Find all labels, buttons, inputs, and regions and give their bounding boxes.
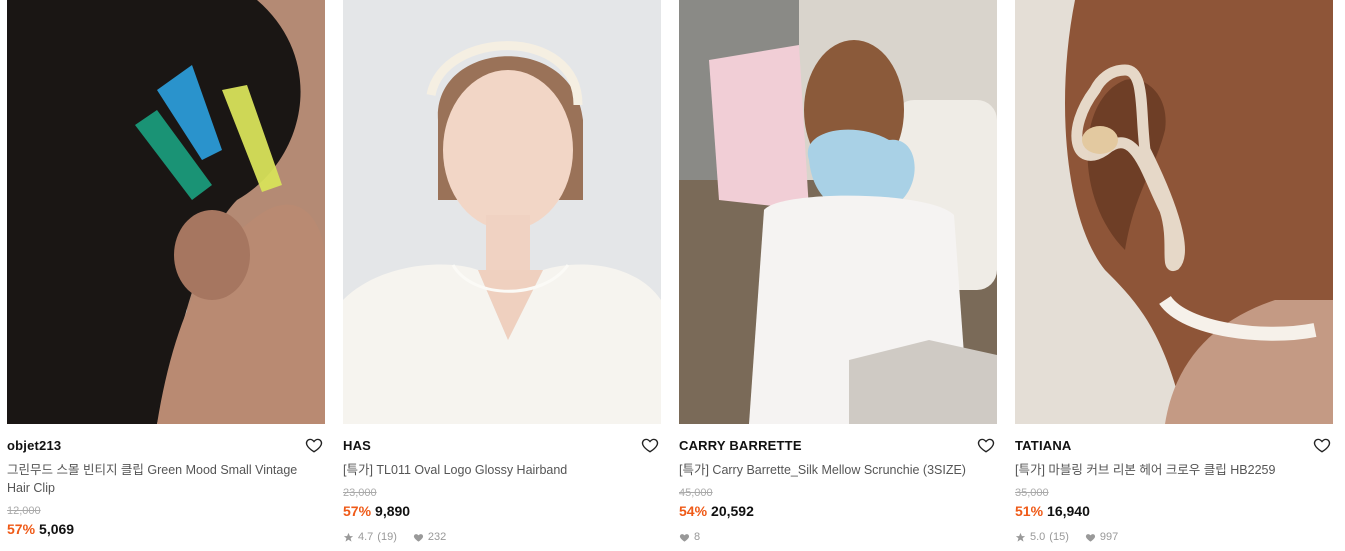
product-title[interactable]: [특가] Carry Barrette_Silk Mellow Scrunchi… (679, 461, 979, 479)
review-count: (15) (1049, 531, 1069, 543)
brand-name[interactable]: objet213 (7, 438, 61, 453)
star-icon (343, 532, 354, 542)
product-image[interactable] (679, 0, 997, 424)
product-stats: 8 (679, 531, 700, 543)
product-photo-hairband (343, 0, 661, 424)
discount-rate: 54% (679, 503, 708, 519)
brand-name[interactable]: CARRY BARRETTE (679, 438, 802, 453)
rating-value: 5.0 (1030, 531, 1046, 543)
like-count: 997 (1099, 531, 1119, 543)
product-card[interactable]: TATIANA [특가] 마블링 커브 리본 헤어 크로우 클립 HB2259 … (1015, 0, 1333, 551)
price-row: 57% 9,890 (343, 503, 410, 519)
original-price: 35,000 (1015, 487, 1049, 499)
sale-price: 9,890 (375, 503, 411, 519)
discount-rate: 51% (1015, 503, 1044, 519)
brand-name[interactable]: TATIANA (1015, 438, 1072, 453)
product-photo-hair-clips (7, 0, 325, 424)
star-icon (1015, 532, 1026, 542)
like-count: 232 (427, 531, 447, 543)
product-grid: objet213 그린무드 스몰 빈티지 클립 Green Mood Small… (0, 0, 1345, 551)
heart-filled-icon (413, 533, 423, 542)
product-card[interactable]: objet213 그린무드 스몰 빈티지 클립 Green Mood Small… (7, 0, 325, 551)
discount-rate: 57% (343, 503, 372, 519)
review-count: (19) (377, 531, 397, 543)
price-row: 54% 20,592 (679, 503, 754, 519)
product-card[interactable]: CARRY BARRETTE [특가] Carry Barrette_Silk … (679, 0, 997, 551)
product-image[interactable] (343, 0, 661, 424)
product-title[interactable]: [특가] 마블링 커브 리본 헤어 크로우 클립 HB2259 (1015, 461, 1315, 479)
heart-filled-icon (679, 533, 690, 542)
rating-value: 4.7 (358, 531, 374, 543)
product-image[interactable] (1015, 0, 1333, 424)
original-price: 12,000 (7, 505, 41, 517)
product-title[interactable]: [특가] TL011 Oval Logo Glossy Hairband (343, 461, 643, 479)
like-count: 8 (694, 531, 701, 543)
price-row: 57% 5,069 (7, 521, 74, 537)
product-stats: 5.0 (15) 997 (1015, 531, 1118, 543)
product-photo-scrunchie (679, 0, 997, 424)
original-price: 23,000 (343, 487, 377, 499)
brand-name[interactable]: HAS (343, 438, 371, 453)
heart-filled-icon (1085, 533, 1095, 542)
product-stats: 4.7 (19) 232 (343, 531, 446, 543)
heart-icon[interactable] (977, 436, 995, 454)
heart-icon[interactable] (1313, 436, 1331, 454)
product-photo-claw-clip (1015, 0, 1333, 424)
product-card[interactable]: HAS [특가] TL011 Oval Logo Glossy Hairband… (343, 0, 661, 551)
original-price: 45,000 (679, 487, 713, 499)
sale-price: 5,069 (39, 521, 75, 537)
sale-price: 20,592 (711, 503, 754, 519)
product-image[interactable] (7, 0, 325, 424)
product-title[interactable]: 그린무드 스몰 빈티지 클립 Green Mood Small Vintage … (7, 461, 307, 497)
price-row: 51% 16,940 (1015, 503, 1090, 519)
heart-icon[interactable] (641, 436, 659, 454)
heart-icon[interactable] (305, 436, 323, 454)
sale-price: 16,940 (1047, 503, 1090, 519)
discount-rate: 57% (7, 521, 36, 537)
